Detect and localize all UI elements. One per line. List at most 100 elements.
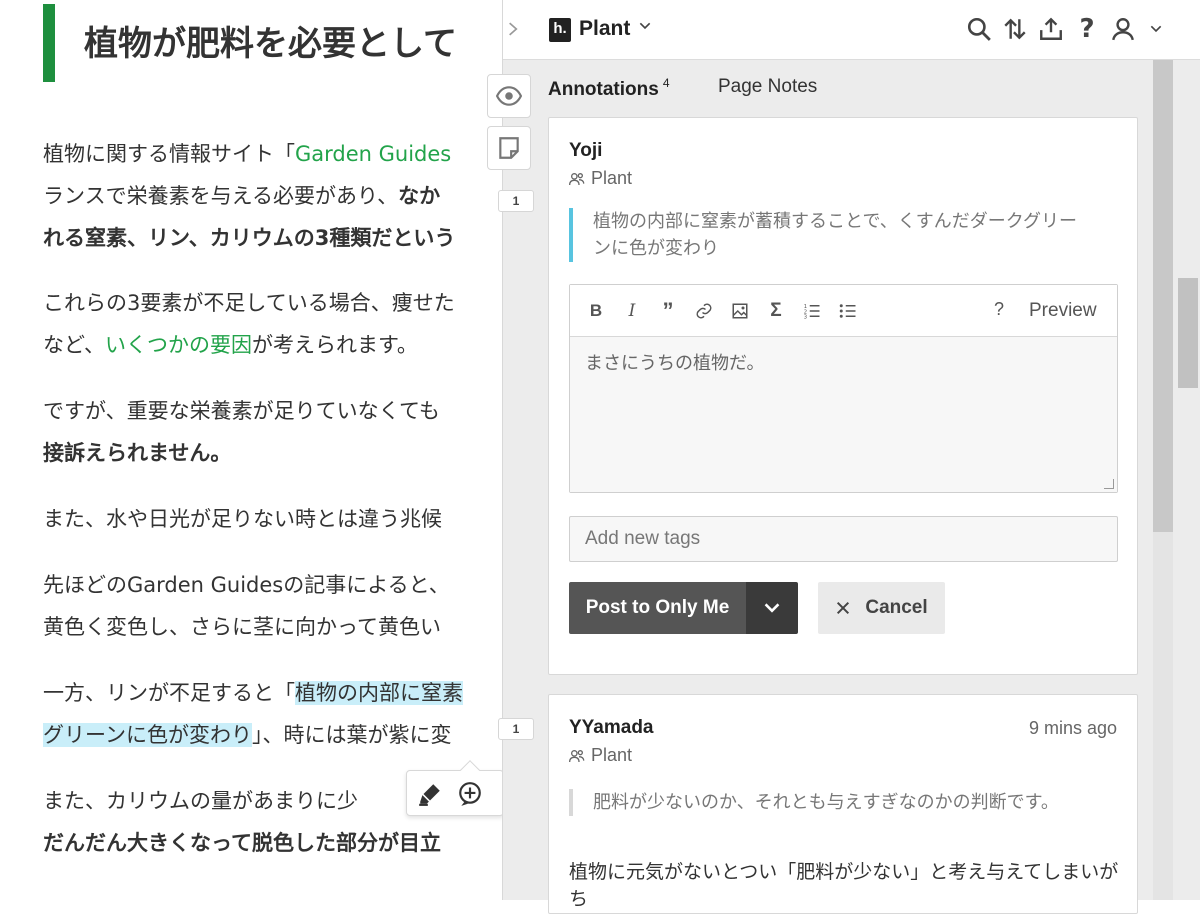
- italic-button[interactable]: I: [620, 299, 644, 323]
- account-menu-button[interactable]: [1141, 14, 1171, 44]
- tab-label: Annotations: [548, 79, 659, 100]
- italic-icon: I: [628, 301, 636, 321]
- title-accent-bar: [43, 4, 55, 82]
- paragraph-5: 先ほどのGarden Guidesの記事によると、 黄色く変色し、さらに茎に向か…: [43, 564, 450, 648]
- toggle-highlights-button[interactable]: [487, 74, 531, 118]
- chevron-right-icon: [509, 22, 518, 36]
- annotation-bucket-count[interactable]: 1: [498, 190, 534, 212]
- bullet-list-icon: [839, 304, 856, 318]
- cancel-button[interactable]: Cancel: [818, 582, 945, 634]
- bold-text: なか: [398, 184, 441, 208]
- sigma-icon: Σ: [770, 300, 782, 321]
- page-note-icon: [499, 137, 519, 159]
- paragraph-text: が考えられます。: [251, 333, 418, 357]
- annotation-username[interactable]: Yoji: [569, 140, 602, 162]
- account-button[interactable]: [1108, 14, 1138, 44]
- paragraph-6: 一方、リンが不足すると「植物の内部に窒素 グリーンに色が変わり」、時には葉が紫に…: [43, 672, 463, 756]
- annotation-group[interactable]: Plant: [569, 168, 632, 189]
- paragraph-1: 植物に関する情報サイト「Garden Guides ランスで栄養素を与える必要が…: [43, 133, 455, 259]
- page-scrollbar-thumb[interactable]: [1178, 278, 1198, 388]
- group-icon: [569, 749, 585, 762]
- paragraph-text: 植物に関する情報サイト「: [43, 142, 295, 166]
- article-content: 植物が肥料を必要として 植物に関する情報サイト「Garden Guides ラン…: [0, 0, 520, 900]
- annotation-textarea[interactable]: まさにうちの植物だ。: [570, 337, 1117, 492]
- quote-icon: ”: [662, 298, 674, 323]
- highlight-annotation[interactable]: 植物の内部に窒素: [295, 681, 463, 705]
- annotate-plus-icon: [459, 782, 481, 806]
- annotation-bucket-count[interactable]: 1: [498, 718, 534, 740]
- tab-page-notes[interactable]: Page Notes: [718, 76, 817, 98]
- paragraph-3: ですが、重要な栄養素が足りていなくても 接訴えられません。: [43, 390, 440, 474]
- markdown-editor: B I ” Σ 1 2 3 ? Preview まさにうちの植物だ。: [569, 284, 1118, 493]
- tags-input[interactable]: Add new tags: [569, 516, 1118, 562]
- image-icon: [732, 303, 748, 319]
- image-button[interactable]: [728, 299, 752, 323]
- group-label: Plant: [591, 745, 633, 765]
- paragraph-text: 黄色く変色し、さらに茎に向かって黄色い: [43, 615, 441, 639]
- resize-handle-icon[interactable]: [1104, 479, 1114, 489]
- group-label: Plant: [591, 168, 633, 188]
- paragraph-text: ランスで栄養素を与える必要があり、: [43, 184, 399, 208]
- help-button[interactable]: ?: [1072, 14, 1102, 44]
- sidebar-scrollbar-thumb[interactable]: [1153, 60, 1173, 532]
- cancel-label: Cancel: [865, 597, 928, 618]
- question-mark-icon: ?: [1079, 14, 1095, 44]
- annotation-quote[interactable]: 植物の内部に窒素が蓄積することで、くすんだダークグリーンに色が変わり: [569, 208, 1089, 262]
- search-icon: [967, 17, 991, 41]
- annotation-card-editing: Yoji Plant 植物の内部に窒素が蓄積することで、くすんだダークグリーンに…: [548, 117, 1138, 675]
- paragraph-4: また、水や日光が足りない時とは違う兆候: [43, 498, 442, 540]
- bold-text: れる窒素、リン、カリウムの3種類だという: [43, 226, 456, 250]
- factors-link[interactable]: いくつかの要因: [105, 333, 252, 357]
- sort-icon: [1004, 18, 1026, 40]
- svg-text:3: 3: [804, 315, 807, 321]
- editor-toolbar: B I ” Σ 1 2 3 ? Preview: [570, 285, 1117, 337]
- annotation-adder-toolbar: [406, 760, 504, 816]
- paragraph-2: これらの3要素が不足している場合、痩せた など、いくつかの要因が考えられます。: [43, 282, 455, 366]
- highlight-button[interactable]: [415, 779, 445, 809]
- preview-button[interactable]: Preview: [1029, 300, 1097, 322]
- privacy-dropdown-button[interactable]: [746, 582, 798, 634]
- group-selector[interactable]: Plant: [579, 17, 630, 41]
- eye-icon: [496, 86, 522, 106]
- sidebar-collapse-button[interactable]: [503, 14, 518, 44]
- paragraph-text: 先ほどのGarden Guidesの記事によると、: [43, 573, 450, 597]
- math-button[interactable]: Σ: [764, 299, 788, 323]
- post-button[interactable]: Post to Only Me: [569, 582, 746, 634]
- user-icon: [1112, 18, 1134, 41]
- article-title: 植物が肥料を必要として: [84, 24, 457, 64]
- link-icon: [696, 303, 712, 319]
- link-button[interactable]: [692, 299, 716, 323]
- hypothesis-logo: h.: [549, 18, 571, 42]
- share-button[interactable]: [1036, 14, 1066, 44]
- annotation-timestamp[interactable]: 9 mins ago: [1029, 718, 1117, 739]
- bold-text: だんだん大きくなって脱色した部分が目立: [43, 831, 441, 855]
- paragraph-text: など、: [43, 333, 105, 357]
- share-icon: [1040, 17, 1062, 40]
- new-page-note-button[interactable]: [487, 126, 531, 170]
- paragraph-text: また、水や日光が足りない時とは違う兆候: [43, 507, 442, 531]
- paragraph-text: ですが、重要な栄養素が足りていなくても: [43, 399, 440, 423]
- quote-button[interactable]: ”: [656, 298, 680, 323]
- paragraph-text: また、カリウムの量があまりに少: [43, 789, 358, 813]
- annotation-quote[interactable]: 肥料が少ないのか、それとも与えすぎなのかの判断です。: [569, 789, 1069, 816]
- annotation-group[interactable]: Plant: [569, 745, 632, 766]
- paragraph-text: 」、時には葉が紫に変: [251, 723, 452, 747]
- tab-annotations[interactable]: Annotations 4: [548, 76, 670, 101]
- close-icon: [837, 601, 850, 615]
- bullet-list-button[interactable]: [836, 299, 860, 323]
- group-icon: [569, 172, 585, 185]
- numbered-list-button[interactable]: 1 2 3: [800, 299, 824, 323]
- search-button[interactable]: [964, 14, 994, 44]
- bold-button[interactable]: B: [584, 299, 608, 323]
- editor-help-link[interactable]: ?: [994, 299, 1004, 320]
- garden-guides-link[interactable]: Garden Guides: [295, 142, 451, 166]
- sort-button[interactable]: [1000, 14, 1030, 44]
- annotate-button[interactable]: [455, 779, 485, 809]
- chevron-down-icon[interactable]: [637, 18, 653, 38]
- chevron-down-icon: [764, 603, 780, 613]
- paragraph-text: 一方、リンが不足すると「: [43, 681, 295, 705]
- annotation-card[interactable]: YYamada 9 mins ago Plant 肥料が少ないのか、それとも与え…: [548, 694, 1138, 914]
- highlight-annotation[interactable]: グリーンに色が変わり: [43, 723, 252, 747]
- annotation-username[interactable]: YYamada: [569, 717, 654, 739]
- paragraph-text: これらの3要素が不足している場合、痩せた: [43, 291, 455, 315]
